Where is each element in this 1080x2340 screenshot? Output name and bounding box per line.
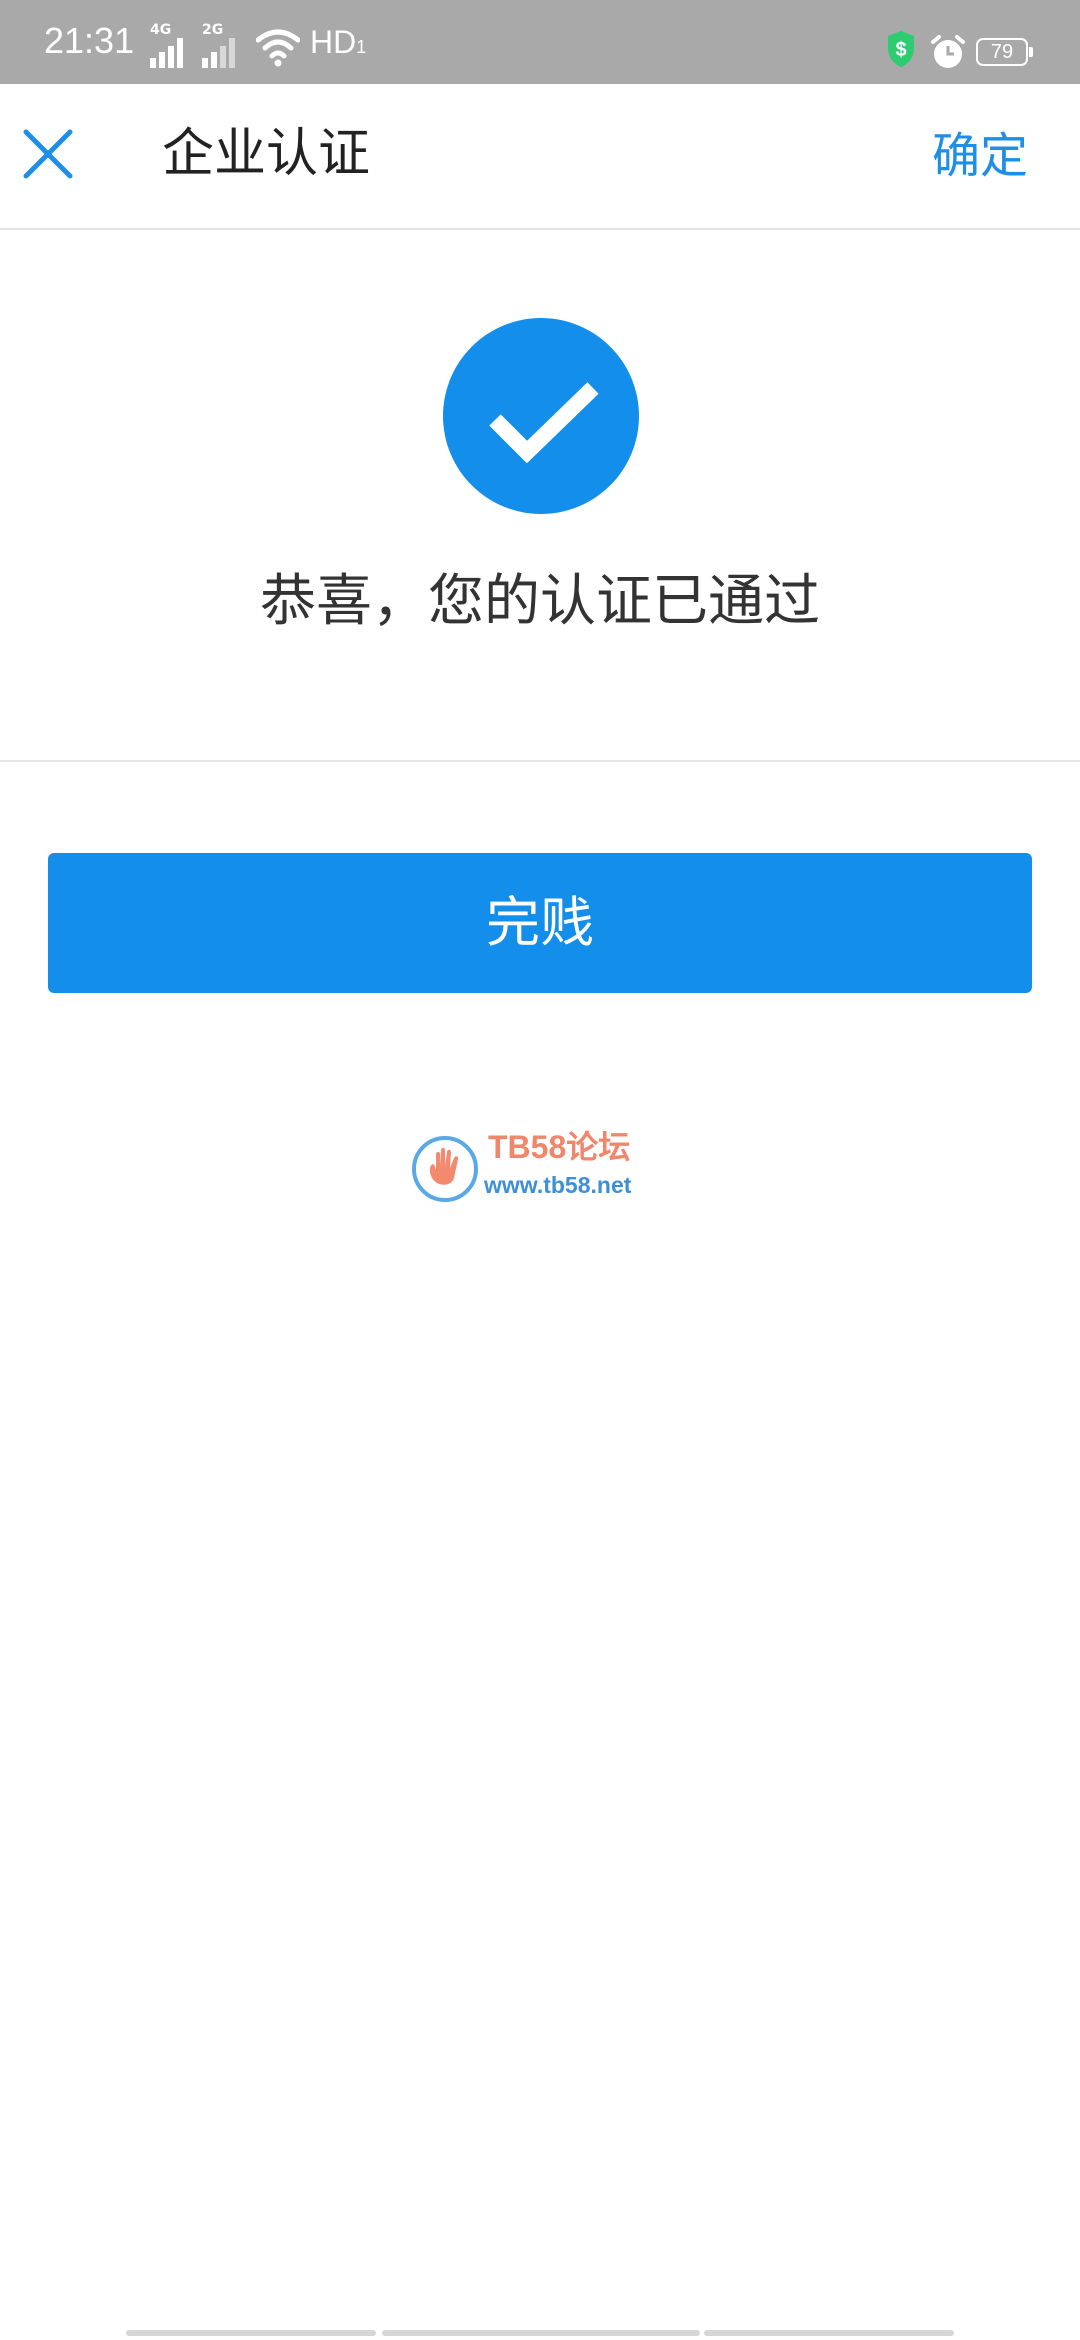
battery-indicator: 79 — [976, 38, 1033, 66]
status-bar: 21:31 4G 2G HD1 $ 79 — [0, 0, 1080, 84]
success-message: 恭喜，您的认证已通过 — [260, 569, 820, 634]
nav-hint-center — [382, 2330, 700, 2336]
signal-4g-icon: 4G — [150, 22, 190, 68]
app-header: 企业认证 确定 — [0, 84, 1080, 230]
svg-text:$: $ — [895, 39, 906, 61]
watermark-url: www.tb58.net — [484, 1172, 632, 1198]
page-title: 企业认证 — [162, 124, 371, 184]
signal-2g-icon: 2G — [202, 22, 242, 68]
hd-label: HD — [310, 24, 357, 60]
nav-hint-right — [704, 2330, 954, 2336]
close-icon[interactable] — [16, 122, 80, 186]
status-time: 21:31 — [44, 20, 135, 61]
hand-logo-icon — [412, 1136, 478, 1202]
wifi-icon — [256, 29, 300, 67]
check-circle-icon — [443, 318, 639, 514]
shield-dollar-icon: $ — [888, 31, 914, 67]
network-type-label: 4G — [150, 22, 172, 38]
hd-voice-indicator: HD1 — [310, 22, 366, 67]
watermark: TB58论坛 www.tb58.net — [410, 1128, 670, 1208]
confirm-button[interactable]: 确定 — [932, 124, 1028, 188]
success-section: 恭喜，您的认证已通过 — [0, 230, 1080, 762]
done-button[interactable]: 完贱 — [48, 853, 1032, 993]
hd-sub-label: 1 — [356, 37, 367, 57]
nav-hint-left — [126, 2330, 376, 2336]
alarm-clock-icon — [931, 35, 965, 68]
network-type-label: 2G — [202, 22, 224, 38]
watermark-title: TB58论坛 — [488, 1129, 631, 1165]
